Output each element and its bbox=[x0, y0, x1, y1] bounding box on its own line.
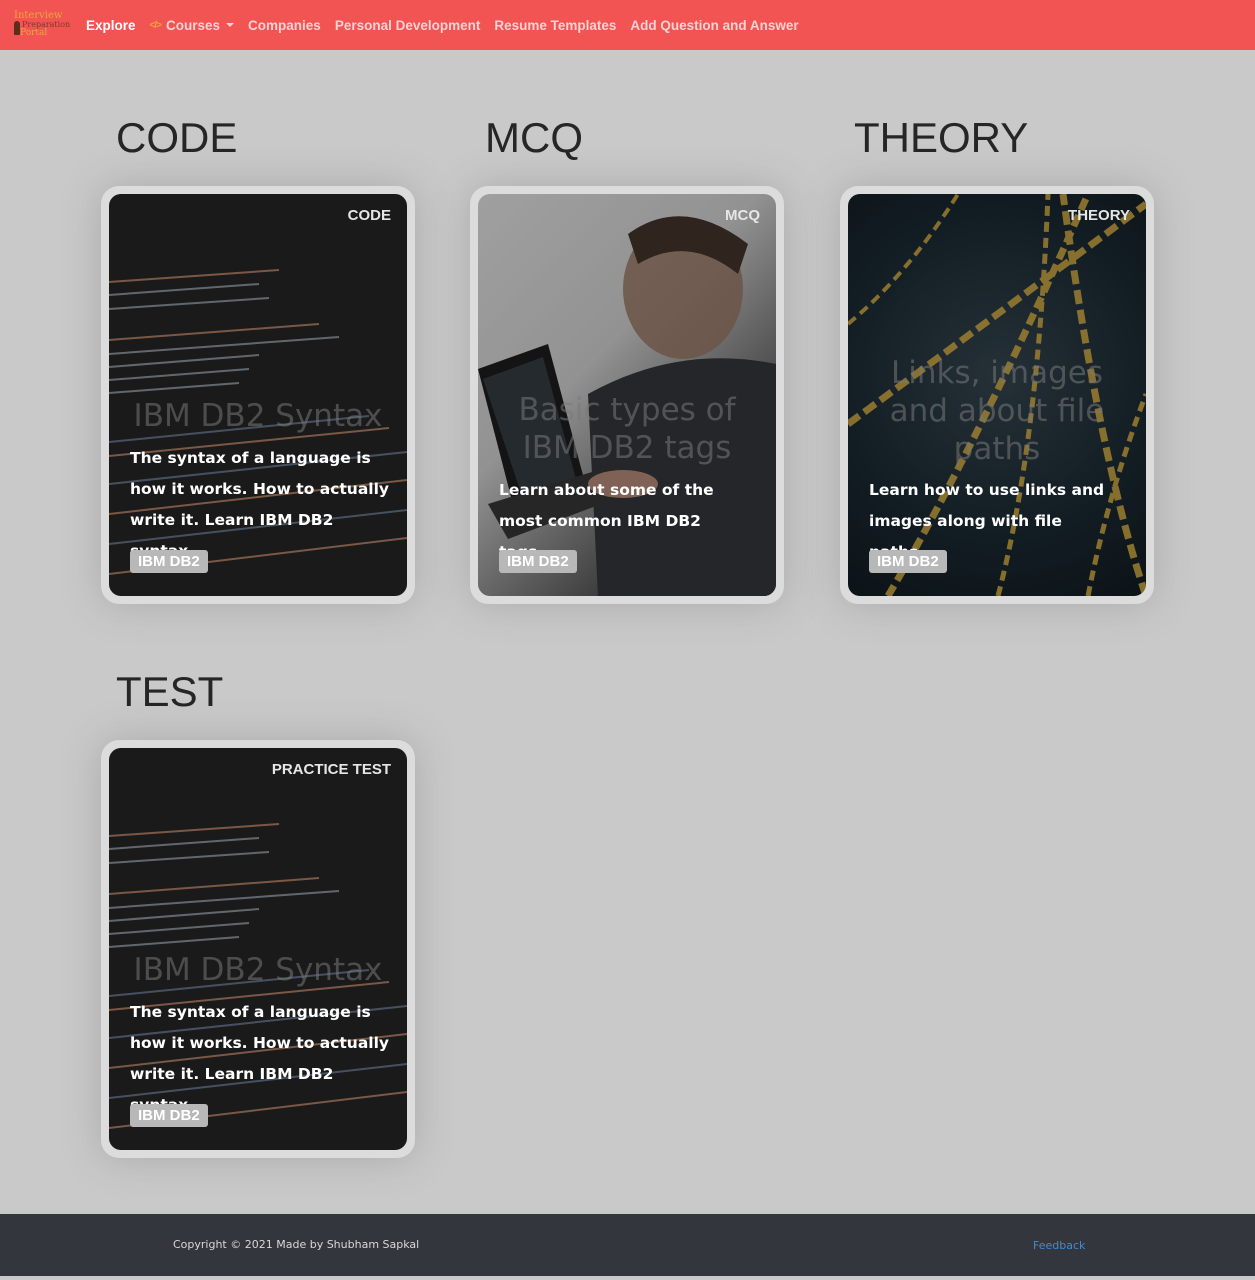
chevron-down-icon bbox=[226, 23, 235, 27]
nav-courses-dropdown[interactable]: </> Courses bbox=[150, 18, 235, 33]
card-practice-test[interactable]: PRACTICE TEST IBM DB2 Syntax The syntax … bbox=[101, 740, 415, 1158]
section-title-mcq: MCQ bbox=[485, 114, 583, 161]
feedback-link[interactable]: Feedback bbox=[1033, 1239, 1085, 1252]
card-heading: IBM DB2 Syntax bbox=[133, 952, 383, 988]
footer: Copyright © 2021 Made by Shubham Sapkal … bbox=[0, 1214, 1255, 1276]
card-tag: PRACTICE TEST bbox=[271, 761, 391, 778]
nav-explore[interactable]: Explore bbox=[86, 18, 136, 33]
card-tag: CODE bbox=[347, 207, 391, 224]
nav-add-question-answer[interactable]: Add Question and Answer bbox=[630, 18, 798, 33]
tech-badge: IBM DB2 bbox=[130, 1104, 208, 1127]
tech-badge: IBM DB2 bbox=[130, 550, 208, 573]
section-title-test: TEST bbox=[116, 668, 224, 715]
section-title-theory: THEORY bbox=[854, 114, 1029, 161]
nav-courses-label: Courses bbox=[166, 17, 221, 33]
code-icon: </> bbox=[149, 19, 163, 31]
tech-badge: IBM DB2 bbox=[499, 550, 577, 573]
card-mcq[interactable]: MCQ Basic types of IBM DB2 tags Learn ab… bbox=[470, 186, 784, 604]
card-heading: Links, images and about file paths bbox=[889, 355, 1105, 467]
copyright-text: Copyright © 2021 Made by Shubham Sapkal bbox=[173, 1238, 420, 1251]
logo-line-3: Portal bbox=[20, 28, 48, 38]
navbar: Interview Preparation Portal Explore </>… bbox=[0, 0, 1255, 50]
tech-badge: IBM DB2 bbox=[869, 550, 947, 573]
card-tag: MCQ bbox=[725, 207, 760, 224]
nav-companies[interactable]: Companies bbox=[248, 18, 321, 33]
card-code[interactable]: CODE IBM DB2 Syntax The syntax of a lang… bbox=[101, 186, 415, 604]
card-heading: IBM DB2 Syntax bbox=[133, 398, 383, 434]
card-theory[interactable]: THEORY Links, images and about file path… bbox=[840, 186, 1154, 604]
card-description: The syntax of a language is how it works… bbox=[130, 449, 390, 560]
card-tag: THEORY bbox=[1068, 207, 1130, 224]
card-description: The syntax of a language is how it works… bbox=[130, 1003, 390, 1114]
site-logo[interactable]: Interview Preparation Portal bbox=[12, 11, 70, 39]
nav-resume-templates[interactable]: Resume Templates bbox=[494, 18, 616, 33]
card-heading: Basic types of IBM DB2 tags bbox=[518, 392, 736, 466]
section-title-code: CODE bbox=[116, 114, 238, 161]
nav-personal-development[interactable]: Personal Development bbox=[335, 18, 481, 33]
